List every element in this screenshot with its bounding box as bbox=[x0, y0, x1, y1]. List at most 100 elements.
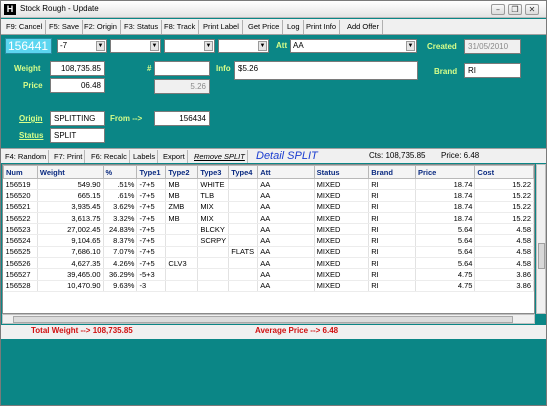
print-label-button[interactable]: Print Label bbox=[200, 20, 243, 34]
recalc-button[interactable]: F6: Recalc bbox=[89, 150, 130, 163]
cell-percent: .51% bbox=[103, 178, 138, 191]
table-row[interactable]: 156521 3,935.45 3.62% -7+5 ZMB MIX AA MIXED RI 18… bbox=[3, 201, 534, 213]
chevron-down-icon: ▼ bbox=[150, 41, 159, 51]
cell-cost: 15.22 bbox=[474, 201, 534, 213]
column-header-type4[interactable]: Type4 bbox=[228, 165, 259, 179]
vertical-scroll-thumb[interactable] bbox=[538, 243, 545, 269]
column-header-type1[interactable]: Type1 bbox=[136, 165, 167, 179]
price-total: Price: 6.48 bbox=[441, 151, 480, 160]
cell-type3 bbox=[197, 246, 230, 259]
table-row[interactable]: 156525 7,686.10 7.07% -7+5 FLATS AA MIXED RI 5.6… bbox=[3, 246, 534, 259]
cell-att: AA bbox=[257, 257, 315, 270]
save-button[interactable]: F5: Save bbox=[46, 20, 84, 34]
cell-status: MIXED bbox=[314, 201, 370, 213]
cts-total: Cts: 108,735.85 bbox=[369, 151, 426, 160]
detail-table: Num Weight % Type1 Type2 Type3 Type4 Att… bbox=[2, 164, 535, 314]
cell-type1: -7+5 bbox=[136, 234, 167, 247]
cell-price: 18.74 bbox=[415, 178, 476, 191]
cell-cost: 3.86 bbox=[474, 268, 534, 281]
column-header-type2[interactable]: Type2 bbox=[165, 165, 199, 179]
cancel-button[interactable]: F9: Cancel bbox=[3, 20, 47, 34]
cell-cost: 15.22 bbox=[474, 178, 534, 191]
status-label[interactable]: Status bbox=[19, 131, 43, 140]
type3-select[interactable]: ▼ bbox=[164, 39, 215, 53]
att-select[interactable]: AA ▼ bbox=[290, 39, 417, 53]
add-offer-button[interactable]: Add Offer bbox=[344, 20, 383, 34]
cell-num: 156520 bbox=[3, 189, 38, 202]
cell-type2: CLV3 bbox=[165, 257, 199, 270]
origin-label[interactable]: Origin bbox=[19, 114, 43, 123]
hash-field[interactable] bbox=[154, 61, 210, 76]
price-field[interactable]: 06.48 bbox=[50, 78, 105, 93]
type4-select[interactable]: ▼ bbox=[218, 39, 269, 53]
track-button[interactable]: F8: Track bbox=[161, 20, 200, 34]
cell-percent: 36.29% bbox=[103, 268, 138, 281]
from-field[interactable]: 156434 bbox=[154, 111, 210, 126]
brand-field[interactable]: RI bbox=[464, 63, 521, 78]
table-row[interactable]: 156524 9,104.65 8.37% -7+5 SCRPY AA MIXED RI 5.6… bbox=[3, 234, 534, 247]
table-row[interactable]: 156523 27,002.45 24.83% -7+5 BLCKY AA MIXED RI 5… bbox=[3, 223, 534, 236]
column-header-status[interactable]: Status bbox=[313, 165, 370, 179]
cell-brand: RI bbox=[368, 268, 416, 281]
cell-type2: MB bbox=[165, 212, 199, 225]
cell-brand: RI bbox=[368, 257, 416, 270]
average-price: Average Price --> 6.48 bbox=[255, 326, 339, 335]
cell-brand: RI bbox=[368, 246, 416, 259]
get-price-button[interactable]: Get Price bbox=[245, 20, 284, 34]
column-header-type3[interactable]: Type3 bbox=[197, 165, 230, 179]
column-header-att[interactable]: Att bbox=[257, 165, 315, 179]
cell-brand: RI bbox=[368, 178, 416, 191]
restore-button[interactable]: ❐ bbox=[508, 4, 522, 15]
origin-field[interactable]: SPLITTING bbox=[50, 111, 105, 126]
table-row[interactable]: 156522 3,613.75 3.32% -7+5 MB MIX AA MIXED RI 18.… bbox=[3, 212, 534, 225]
table-row[interactable]: 156527 39,465.00 36.29% -5+3 AA MIXED RI 4.75 3.… bbox=[3, 268, 534, 281]
random-button[interactable]: F4: Random bbox=[3, 150, 50, 163]
column-header-price[interactable]: Price bbox=[414, 165, 476, 179]
cell-status: MIXED bbox=[314, 280, 370, 292]
log-button[interactable]: Log bbox=[284, 20, 304, 34]
cell-type4 bbox=[228, 201, 259, 213]
status-button[interactable]: F3: Status bbox=[121, 20, 163, 34]
vertical-scrollbar[interactable] bbox=[536, 164, 546, 314]
column-header-brand[interactable]: Brand bbox=[368, 165, 416, 179]
table-row[interactable]: 156519 549.90.51% -7+5 MB WHITE AA MIXED RI 18.7… bbox=[3, 178, 534, 191]
type2-select[interactable]: ▼ bbox=[110, 39, 161, 53]
print-button[interactable]: F7: Print bbox=[52, 150, 86, 163]
column-header-percent[interactable]: % bbox=[102, 165, 138, 179]
horizontal-scroll-thumb[interactable] bbox=[13, 316, 513, 323]
cell-price: 4.75 bbox=[415, 280, 476, 292]
brand-label: Brand bbox=[434, 67, 458, 76]
type1-select[interactable]: -7 ▼ bbox=[57, 39, 107, 53]
cell-brand: RI bbox=[368, 212, 416, 225]
weight-field[interactable]: 108,735.85 bbox=[50, 61, 105, 76]
column-header-weight[interactable]: Weight bbox=[36, 165, 104, 179]
cell-type2: MB bbox=[165, 189, 199, 202]
cell-type1: -7+5 bbox=[136, 201, 167, 213]
cell-type1: -7+5 bbox=[136, 189, 167, 202]
column-header-cost[interactable]: Cost bbox=[474, 165, 534, 179]
cell-type3: SCRPY bbox=[197, 234, 230, 247]
cell-weight: 3,935.45 bbox=[37, 201, 104, 213]
cell-type2 bbox=[165, 234, 199, 247]
horizontal-scrollbar[interactable] bbox=[2, 314, 535, 324]
cell-percent: 24.83% bbox=[103, 223, 138, 236]
cell-percent: 9.63% bbox=[103, 280, 138, 292]
remove-split-button[interactable]: Remove SPLIT bbox=[192, 150, 248, 163]
minimize-button[interactable]: – bbox=[491, 4, 505, 15]
cell-cost: 4.58 bbox=[474, 257, 534, 270]
cell-att: AA bbox=[257, 280, 315, 292]
print-info-button[interactable]: Print Info bbox=[303, 20, 341, 34]
export-button[interactable]: Export bbox=[161, 150, 188, 163]
status-field[interactable]: SPLIT bbox=[50, 128, 105, 143]
cell-cost: 15.22 bbox=[474, 189, 534, 202]
labels-button[interactable]: Labels bbox=[131, 150, 159, 163]
table-row[interactable]: 156528 10,470.90 9.63% -3 AA MIXED RI 4.75 3.86 bbox=[3, 280, 534, 292]
table-row[interactable]: 156526 4,627.35 4.26% -7+5 CLV3 AA MIXED RI 5.64… bbox=[3, 257, 534, 270]
cell-weight: 3,613.75 bbox=[37, 212, 104, 225]
cell-percent: 7.07% bbox=[103, 246, 138, 259]
info-field[interactable]: $5.26 bbox=[234, 61, 418, 80]
table-row[interactable]: 156520 665.15.61% -7+5 MB TLB AA MIXED RI 18.74 1… bbox=[3, 189, 534, 202]
origin-button[interactable]: F2: Origin bbox=[81, 20, 121, 34]
column-header-num[interactable]: Num bbox=[3, 165, 38, 179]
close-button[interactable]: ✕ bbox=[525, 4, 539, 15]
